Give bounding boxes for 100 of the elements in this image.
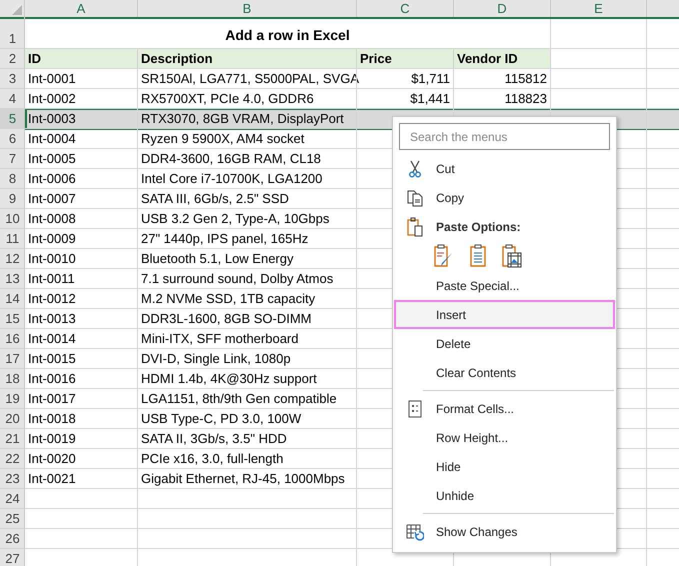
column-heading: ID (25, 49, 137, 69)
menu-item[interactable]: Unhide (394, 481, 615, 510)
table-cell-text: DVI-D, Single Link, 1080p (140, 350, 292, 368)
table-cell-text: Int-0010 (27, 250, 77, 268)
table-cell-text: Int-0008 (27, 210, 77, 228)
row-header[interactable]: 21 (0, 429, 25, 449)
row-header[interactable]: 24 (0, 489, 25, 509)
row-header[interactable]: 16 (0, 329, 25, 349)
column-header[interactable]: E (551, 0, 647, 17)
row-header[interactable]: 8 (0, 169, 25, 189)
row-header[interactable]: 11 (0, 229, 25, 249)
row-header[interactable]: 1 (0, 19, 25, 49)
table-cell-text: LGA1151, 8th/9th Gen compatible (140, 390, 338, 408)
table-cell-text: Ryzen 9 5900X, AM4 socket (140, 130, 306, 148)
table-cell-text: Int-0005 (27, 150, 77, 168)
row-header[interactable]: 9 (0, 189, 25, 209)
table-cell-text: DDR3L-1600, 8GB SO-DIMM (140, 310, 312, 328)
row-header[interactable]: 22 (0, 449, 25, 469)
table-cell-text: Int-0018 (27, 410, 77, 428)
table-cell-text: Int-0004 (27, 130, 77, 148)
menu-item[interactable]: Cut (394, 154, 615, 183)
table-cell-text: Bluetooth 5.1, Low Energy (140, 250, 294, 268)
copy-icon (406, 188, 424, 206)
row-header[interactable]: 5 (0, 109, 25, 129)
table-cell-text: Int-0006 (27, 170, 77, 188)
paste-picture-icon[interactable] (501, 244, 523, 268)
table-cell-text: USB 3.2 Gen 2, Type-A, 10Gbps (140, 210, 330, 228)
table-cell-text: RTX3070, 8GB VRAM, DisplayPort (140, 110, 345, 128)
table-cell-text: Int-0001 (27, 70, 77, 88)
row-header[interactable]: 23 (0, 469, 25, 489)
row-header[interactable]: 12 (0, 249, 25, 269)
row-header[interactable]: 25 (0, 509, 25, 529)
table-cell-text: Int-0011 (27, 270, 76, 288)
table-cell-text: Int-0017 (27, 390, 77, 408)
table-cell-text: Intel Core i7-10700K, LGA1200 (140, 170, 324, 188)
scissors-icon (408, 160, 422, 178)
menu-item[interactable]: Row Height... (394, 423, 615, 452)
column-header[interactable]: B (138, 0, 357, 17)
table-cell-text: USB Type-C, PD 3.0, 100W (140, 410, 302, 428)
table-cell-text: DDR4-3600, 16GB RAM, CL18 (140, 150, 322, 168)
table-cell-text: Int-0014 (27, 330, 77, 348)
clipboard-icon (406, 216, 424, 236)
row-header[interactable]: 4 (0, 89, 25, 109)
table-cell-text: Mini-ITX, SFF motherboard (140, 330, 300, 348)
table-cell-text: Int-0019 (27, 430, 77, 448)
column-heading: Description (138, 49, 356, 69)
table-cell-text: 115812 (504, 70, 548, 88)
row-header[interactable]: 26 (0, 529, 25, 549)
table-cell-text: Int-0009 (27, 230, 77, 248)
table-history-icon (406, 522, 424, 540)
paste-text-icon[interactable] (469, 244, 487, 268)
row-header[interactable]: 17 (0, 349, 25, 369)
table-cell-text: RX5700XT, PCIe 4.0, GDDR6 (140, 90, 315, 108)
table-cell-text: Int-0013 (27, 310, 77, 328)
menu-section-label: Paste Options: (394, 212, 615, 241)
row-header[interactable]: 27 (0, 549, 25, 566)
table-cell-text: Int-0002 (27, 90, 77, 108)
menu-item[interactable]: Format Cells... (394, 394, 615, 423)
column-header[interactable]: C (357, 0, 454, 17)
table-cell-text: Int-0003 (27, 110, 77, 128)
column-heading: Vendor ID (454, 49, 550, 69)
table-cell-text: 118823 (504, 90, 548, 108)
row-header[interactable]: 13 (0, 269, 25, 289)
table-cell-text: Int-0020 (27, 450, 77, 468)
table-cell-text: 27" 1440p, IPS panel, 165Hz (140, 230, 310, 248)
format-cells-icon (408, 400, 422, 418)
column-heading: Price (357, 49, 453, 69)
table-cell-text: M.2 NVMe SSD, 1TB capacity (140, 290, 316, 308)
table-cell-text: SATA III, 6Gb/s, 2.5" SSD (140, 190, 290, 208)
row-header[interactable]: 7 (0, 149, 25, 169)
row-header[interactable]: 6 (0, 129, 25, 149)
menu-item[interactable]: Copy (394, 183, 615, 212)
table-cell-text: PCIe x16, 3.0, full-length (140, 450, 284, 468)
table-cell-text: 7.1 surround sound, Dolby Atmos (140, 270, 334, 288)
row-header[interactable]: 14 (0, 289, 25, 309)
column-header[interactable]: D (454, 0, 551, 17)
table-cell-text: Int-0021 (27, 470, 77, 488)
search-field[interactable]: Search the menus (399, 123, 610, 150)
menu-item[interactable]: Insert (394, 300, 615, 329)
table-cell-text: Int-0015 (27, 350, 77, 368)
row-header[interactable]: 3 (0, 69, 25, 89)
table-cell-text: Int-0016 (27, 370, 77, 388)
table-cell-text: $1,441 (409, 90, 451, 108)
menu-item[interactable]: Paste Special... (394, 271, 615, 300)
table-cell-text: HDMI 1.4b, 4K@30Hz support (140, 370, 318, 388)
menu-item[interactable]: Delete (394, 329, 615, 358)
table-cell-text: Int-0012 (27, 290, 77, 308)
menu-item[interactable]: Hide (394, 452, 615, 481)
row-header[interactable]: 10 (0, 209, 25, 229)
table-cell-text: $1,711 (410, 70, 451, 88)
menu-item[interactable]: Clear Contents (394, 358, 615, 387)
menu-item[interactable]: Show Changes (394, 517, 615, 546)
row-header[interactable]: 18 (0, 369, 25, 389)
row-header[interactable]: 19 (0, 389, 25, 409)
row-header[interactable]: 15 (0, 309, 25, 329)
table-cell-text: Int-0007 (27, 190, 77, 208)
table-cell-text: SATA II, 3Gb/s, 3.5" HDD (140, 430, 288, 448)
row-header[interactable]: 2 (0, 49, 25, 69)
row-header[interactable]: 20 (0, 409, 25, 429)
table-cell-text: Gigabit Ethernet, RJ-45, 1000Mbps (140, 470, 346, 488)
